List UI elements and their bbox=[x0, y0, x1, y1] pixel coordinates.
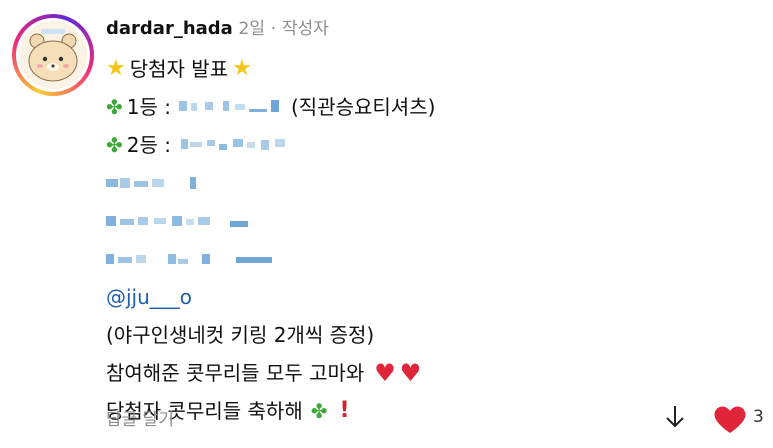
avatar-frame bbox=[16, 18, 90, 92]
second-prize-line: ✤ 2등 : bbox=[106, 126, 746, 164]
redacted-name bbox=[106, 254, 272, 264]
clover-icon: ✤ bbox=[106, 133, 123, 157]
like-count: 3 bbox=[753, 407, 764, 427]
mention-link[interactable]: @jju___o bbox=[106, 278, 192, 316]
second-prize-item-line: (야구인생네컷 키링 2개씩 증정) bbox=[106, 316, 746, 354]
redacted-name bbox=[106, 177, 196, 189]
announce-text: 당첨자 발표 bbox=[129, 57, 229, 81]
clover-icon: ✤ bbox=[310, 399, 328, 423]
comment-body: ★ 당첨자 발표 ★ ✤ 1등 : (직관승요티셔츠) ✤ 2등 : @jju_… bbox=[106, 50, 746, 430]
exclamation-icon: ! bbox=[339, 398, 350, 423]
redacted-line bbox=[106, 240, 746, 278]
bear-avatar-icon bbox=[19, 21, 87, 89]
announce-line: ★ 당첨자 발표 ★ bbox=[106, 50, 746, 88]
author-badge: 작성자 bbox=[281, 19, 329, 39]
redacted-name bbox=[106, 216, 248, 227]
thanks-line: 참여해준 콧무리들 모두 고마와 ♥ ♥ bbox=[106, 354, 746, 392]
first-prize-label: 1등 : bbox=[126, 95, 171, 119]
thanks-text: 참여해준 콧무리들 모두 고마와 bbox=[106, 361, 365, 385]
clover-icon: ✤ bbox=[106, 95, 123, 119]
avatar[interactable] bbox=[12, 14, 94, 96]
redacted-line bbox=[106, 202, 746, 240]
redacted-name bbox=[181, 126, 293, 164]
comment-time: 2일 bbox=[238, 19, 266, 39]
redacted-name bbox=[179, 88, 283, 126]
congrats-line: 당첨자 콧무리들 축하해 ✤ ! bbox=[106, 392, 746, 430]
star-icon: ★ bbox=[106, 56, 126, 81]
username[interactable]: dardar_hada bbox=[106, 18, 233, 39]
first-prize-item: (직관승요티셔츠) bbox=[291, 95, 436, 119]
heart-icon: ♥ bbox=[374, 359, 396, 387]
first-prize-line: ✤ 1등 : (직관승요티셔츠) bbox=[106, 88, 746, 126]
star-icon: ★ bbox=[232, 56, 252, 81]
separator-dot: · bbox=[270, 19, 277, 39]
reply-button[interactable]: 답글 달기 bbox=[106, 405, 174, 430]
second-prize-item: (야구인생네컷 키링 2개씩 증정) bbox=[106, 323, 375, 347]
comment-header: dardar_hada 2일 · 작성자 bbox=[106, 14, 329, 39]
second-prize-label: 2등 : bbox=[126, 133, 171, 157]
mention-line: @jju___o bbox=[106, 278, 746, 316]
heart-icon: ♥ bbox=[399, 359, 422, 387]
redacted-line bbox=[106, 164, 746, 202]
down-arrow-icon[interactable] bbox=[664, 404, 686, 430]
like-heart-icon[interactable] bbox=[713, 404, 747, 434]
